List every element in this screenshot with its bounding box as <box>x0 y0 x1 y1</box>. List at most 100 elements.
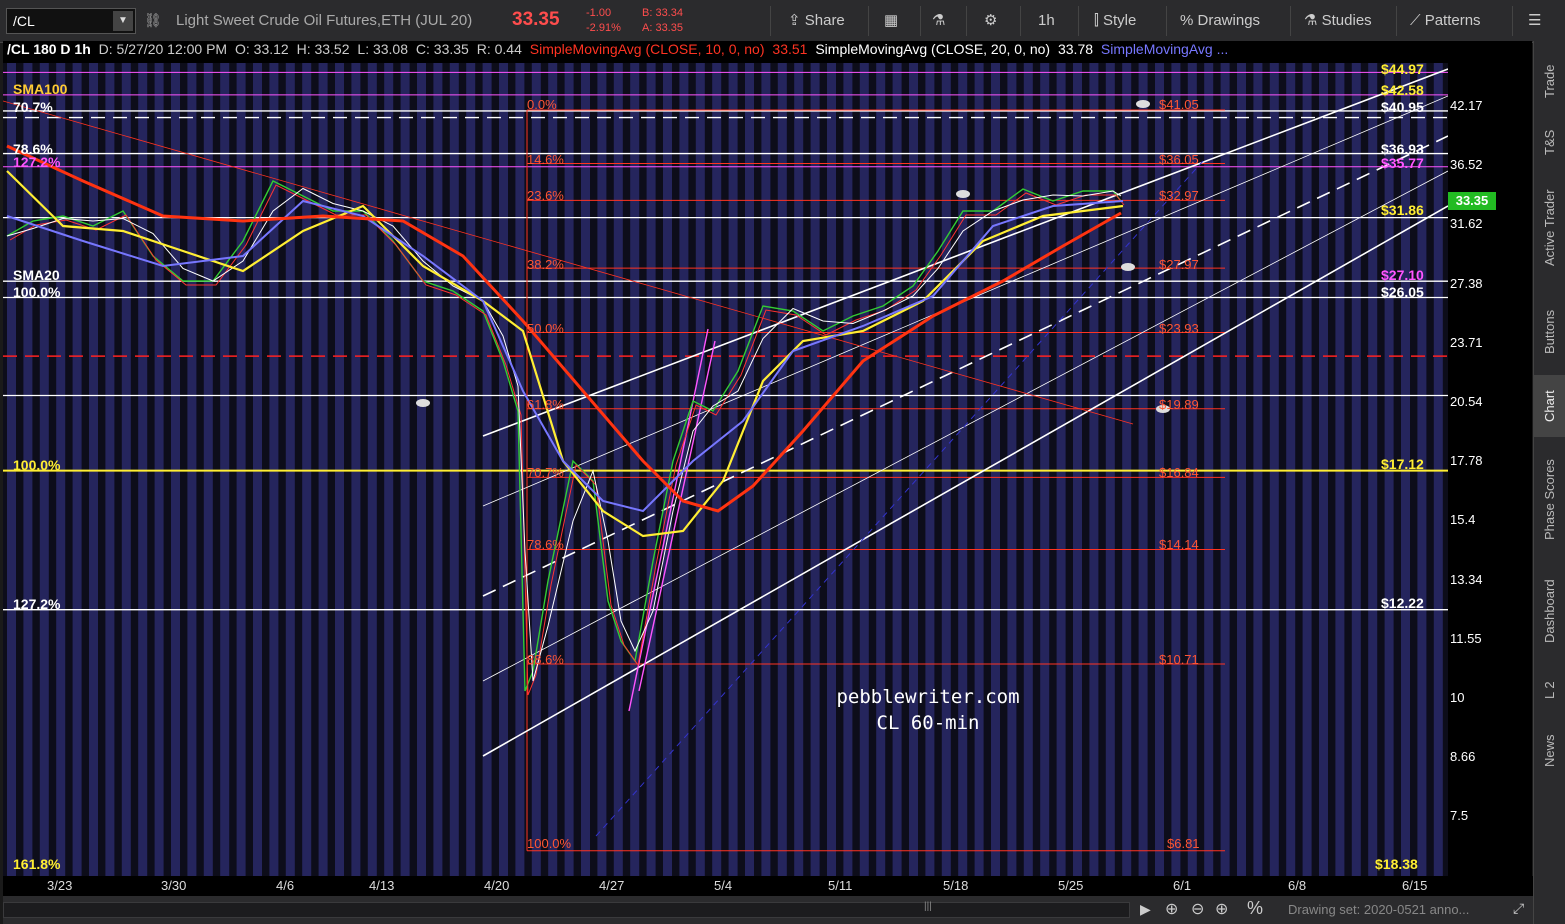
bar-high: H: 33.52 <box>296 41 350 57</box>
x-tick: 6/15 <box>1402 878 1428 893</box>
drawings-button[interactable]: % Drawings <box>1180 0 1260 42</box>
style-label: Style <box>1102 12 1137 29</box>
price-chart[interactable] <box>3 41 1448 876</box>
instrument-description: Light Sweet Crude Oil Futures,ETH (JUL 2… <box>176 12 473 29</box>
tab-news[interactable]: News <box>1534 721 1565 781</box>
percent-icon[interactable]: % <box>1247 898 1263 919</box>
level-label: $12.22 <box>1381 595 1424 611</box>
link-icon[interactable]: ⛓ <box>144 12 162 29</box>
session-stripe <box>777 63 787 876</box>
session-stripe <box>285 63 295 876</box>
share-label: Share <box>804 12 845 29</box>
fib-left-label: 100.0% <box>13 457 61 473</box>
session-stripe <box>105 63 115 876</box>
horizontal-scrollbar[interactable]: ||| <box>3 901 1130 918</box>
session-stripe <box>827 63 836 876</box>
session-stripe <box>597 63 607 876</box>
style-button[interactable]: ⫿ Style <box>1094 0 1136 42</box>
session-stripe <box>1319 63 1328 876</box>
studies-button[interactable]: ⚗ Studies <box>1304 0 1372 42</box>
session-stripe <box>367 63 377 876</box>
share-button[interactable]: ⇪ Share <box>788 0 845 42</box>
patterns-button[interactable]: ⟋ Patterns <box>1410 0 1481 42</box>
tab-buttons[interactable]: Buttons <box>1534 293 1565 371</box>
x-tick: 5/11 <box>828 878 853 893</box>
zoom-in-icon[interactable]: ⊕ <box>1215 899 1228 919</box>
session-stripe <box>417 63 426 876</box>
drawing-set-label[interactable]: Drawing set: 2020-0521 anno... <box>1288 902 1469 917</box>
sma-more-label[interactable]: SimpleMovingAvg ... <box>1101 41 1228 57</box>
settings-button[interactable]: ⚙ <box>984 0 997 42</box>
fib-percent: 38.2% <box>527 257 564 272</box>
session-stripe <box>1204 63 1214 876</box>
fib-price: $23.93 <box>1159 321 1199 336</box>
bottom-bar: ||| ▶ ⊕ ⊖ ⊕ % Drawing set: 2020-0521 ann… <box>3 896 1533 924</box>
pattern-icon: ⟋ <box>1410 12 1421 29</box>
symbol-input[interactable]: /CL ▼ <box>6 8 136 34</box>
fib-left-label: 127.2% <box>13 596 61 612</box>
tab-time-and-sales[interactable]: T&S <box>1534 121 1565 163</box>
sma20-label: SMA20 <box>13 267 60 283</box>
scroll-right-icon[interactable]: ▶ <box>1140 901 1151 918</box>
ask-price: A: 33.35 <box>642 22 683 34</box>
y-tick: 17.78 <box>1450 453 1483 468</box>
fib-price: $41.05 <box>1159 97 1199 112</box>
session-stripe <box>1056 63 1066 876</box>
chart-area[interactable]: SMA100 70.7% 78.6% 127.2% SMA20 100.0% 1… <box>3 41 1448 876</box>
fib-price: $6.81 <box>1167 836 1200 851</box>
price-axis[interactable]: 42.17 36.52 31.62 27.38 23.71 20.54 17.7… <box>1448 41 1532 876</box>
y-tick: 27.38 <box>1450 276 1483 291</box>
session-stripe <box>974 63 984 876</box>
session-stripe <box>154 63 164 876</box>
chevron-down-icon[interactable]: ▼ <box>113 11 133 31</box>
fib-percent: 0.0% <box>527 97 557 112</box>
bar-low: L: 33.08 <box>357 41 409 57</box>
session-stripe <box>466 63 476 876</box>
fib-price: $27.97 <box>1159 257 1199 272</box>
level-label: $35.77 <box>1381 155 1424 171</box>
session-stripe <box>1220 63 1230 876</box>
y-tick: 8.66 <box>1450 749 1476 764</box>
zoom-out-icon[interactable]: ⊖ <box>1191 899 1204 919</box>
fib-left-label: 70.7% <box>13 99 53 115</box>
session-stripe <box>138 63 148 876</box>
expand-icon[interactable]: ⤢ <box>1513 900 1524 917</box>
drawing-anchor <box>1121 263 1135 271</box>
menu-button[interactable]: ☰ <box>1528 0 1541 42</box>
news-button[interactable]: ▦ <box>884 0 898 42</box>
flask-button[interactable]: ⚗ <box>932 0 945 42</box>
tab-trade[interactable]: Trade <box>1534 51 1565 111</box>
session-stripe <box>794 63 804 876</box>
sma20-study-label[interactable]: SimpleMovingAvg (CLOSE, 20, 0, no) <box>815 41 1050 57</box>
patterns-label: Patterns <box>1424 12 1481 29</box>
session-stripe <box>236 63 246 876</box>
tab-chart[interactable]: Chart <box>1534 375 1565 437</box>
chart-title: /CL 180 D 1h <box>7 41 91 57</box>
sma100-label: SMA100 <box>13 81 68 97</box>
tab-dashboard[interactable]: Dashboard <box>1534 563 1565 659</box>
x-tick: 4/13 <box>369 878 395 893</box>
fib-left-label: 127.2% <box>13 154 61 170</box>
tab-level2[interactable]: L 2 <box>1534 669 1565 711</box>
bar-close: C: 33.35 <box>415 41 469 57</box>
bid-price: B: 33.34 <box>642 7 683 19</box>
tab-active-trader[interactable]: Active Trader <box>1534 173 1565 283</box>
menu-icon: ☰ <box>1528 12 1542 29</box>
session-stripe <box>941 63 951 876</box>
crosshair-icon[interactable]: ⊕ <box>1165 899 1178 919</box>
session-stripe <box>1073 63 1082 876</box>
session-stripe <box>1368 63 1378 876</box>
timeframe-button[interactable]: 1h <box>1038 0 1055 42</box>
fib-percent: 23.6% <box>527 188 564 203</box>
fib-percent: 100.0% <box>527 836 572 851</box>
time-axis[interactable]: 3/23 3/30 4/6 4/13 4/20 4/27 5/4 5/11 5/… <box>3 876 1533 896</box>
studies-label: Studies <box>1321 12 1372 29</box>
tab-phase-scores[interactable]: Phase Scores <box>1534 445 1565 555</box>
session-stripe <box>302 63 312 876</box>
fib-percent: 70.7% <box>527 465 564 480</box>
session-stripe <box>1253 63 1263 876</box>
share-icon: ⇪ <box>788 12 801 29</box>
watermark-caption: CL 60-min <box>876 712 980 734</box>
sma10-label[interactable]: SimpleMovingAvg (CLOSE, 10, 0, no) <box>530 41 765 57</box>
session-stripe <box>712 63 722 876</box>
